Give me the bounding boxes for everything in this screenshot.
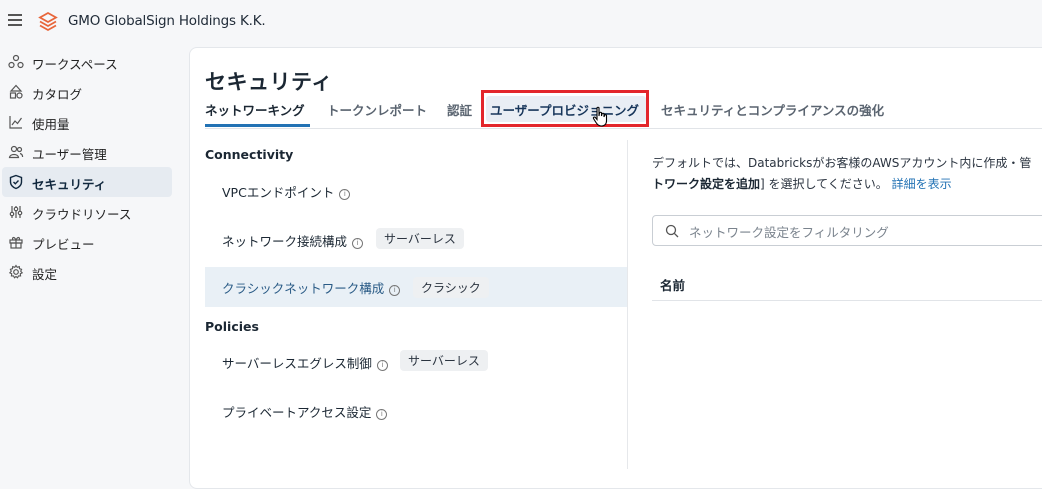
page-title: セキュリティ	[205, 70, 333, 94]
users-icon	[8, 145, 24, 159]
list-item-name: VPCエンドポイント i	[222, 182, 351, 201]
list-item-network-connectivity[interactable]: ネットワーク接続構成 i サーバーレス	[205, 220, 627, 258]
learn-more-link[interactable]: 詳細を表示	[892, 177, 952, 191]
list-item-serverless-egress[interactable]: サーバーレスエグレス制御 i サーバーレス	[205, 342, 627, 380]
list-item-name: クラシックネットワーク構成 i	[222, 278, 401, 297]
info-icon: i	[339, 189, 351, 200]
description-text: デフォルトでは、Databricksがお客様のAWSアカウント内に作成・管 トワ…	[652, 156, 1032, 191]
badge-classic: クラシック	[413, 277, 489, 298]
sidebar-item-security[interactable]: セキュリティ	[2, 167, 172, 197]
list-item-private-access[interactable]: プライベートアクセス設定 i	[205, 391, 627, 429]
info-icon: i	[376, 409, 388, 420]
sidebar-item-label: 設定	[32, 267, 58, 282]
hamburger-menu-icon[interactable]	[8, 14, 22, 26]
tab-security-compliance[interactable]: セキュリティとコンプライアンスの強化	[661, 100, 884, 119]
list-item-name: サーバーレスエグレス制御 i	[222, 353, 388, 372]
table-header-divider	[652, 300, 1042, 301]
list-item-name: プライベートアクセス設定 i	[222, 402, 388, 421]
search-icon	[665, 224, 679, 238]
sidebar-item-label: クラウドリソース	[32, 207, 132, 222]
list-item-classic-network[interactable]: クラシックネットワーク構成 i クラシック	[205, 267, 627, 307]
sidebar-item-settings[interactable]: 設定	[2, 257, 172, 287]
tab-networking[interactable]: ネットワーキング	[205, 100, 305, 119]
info-icon: i	[376, 360, 388, 371]
badge-serverless: サーバーレス	[400, 350, 488, 371]
badge-serverless: サーバーレス	[376, 228, 464, 249]
sidebar-item-label: 使用量	[32, 117, 70, 132]
sidebar-item-label: ワークスペース	[32, 57, 118, 72]
sidebar-item-label: カタログ	[32, 87, 83, 102]
active-tab-underline	[205, 124, 310, 127]
top-bar: GMO GlobalSign Holdings K.K.	[0, 0, 1042, 44]
list-item-name: ネットワーク接続構成 i	[222, 231, 364, 250]
sidebar-item-cloud-resources[interactable]: クラウドリソース	[2, 197, 172, 227]
usage-chart-icon	[9, 116, 22, 129]
highlight-annotation-box	[481, 90, 649, 127]
sidebar-item-label: セキュリティ	[32, 177, 107, 192]
workspace-icon	[8, 54, 24, 69]
sidebar-item-label: ユーザー管理	[32, 147, 107, 162]
connectivity-header: Connectivity	[205, 147, 294, 162]
hand-cursor-icon	[592, 106, 608, 127]
catalog-icon	[9, 84, 23, 99]
sidebar-item-label: プレビュー	[32, 237, 95, 252]
sliders-icon	[9, 206, 23, 218]
info-icon: i	[389, 285, 401, 296]
network-filter-search[interactable]	[652, 215, 1042, 246]
sidebar-item-catalog[interactable]: カタログ	[2, 77, 172, 107]
sidebar-item-preview[interactable]: プレビュー	[2, 227, 172, 257]
panel-divider	[627, 140, 628, 469]
policies-header: Policies	[205, 319, 259, 334]
org-name[interactable]: GMO GlobalSign Holdings K.K.	[68, 13, 266, 29]
list-item-vpc-endpoints[interactable]: VPCエンドポイント i	[205, 171, 627, 209]
shield-icon	[9, 174, 23, 190]
tab-token-report[interactable]: トークンレポート	[327, 100, 427, 119]
sidebar-item-user-management[interactable]: ユーザー管理	[2, 137, 172, 167]
gear-icon	[8, 264, 24, 279]
column-header-name: 名前	[660, 278, 686, 293]
sidebar-item-usage[interactable]: 使用量	[2, 107, 172, 137]
gift-icon	[9, 236, 23, 249]
sidebar-item-workspaces[interactable]: ワークスペース	[2, 47, 172, 77]
sidebar: ワークスペース カタログ 使用量 ユーザー管理 セキュリティ クラウドリソース …	[0, 47, 180, 287]
info-icon: i	[352, 238, 364, 249]
search-input[interactable]	[687, 221, 1041, 243]
tab-authentication[interactable]: 認証	[447, 100, 472, 119]
databricks-logo-icon	[38, 11, 58, 32]
